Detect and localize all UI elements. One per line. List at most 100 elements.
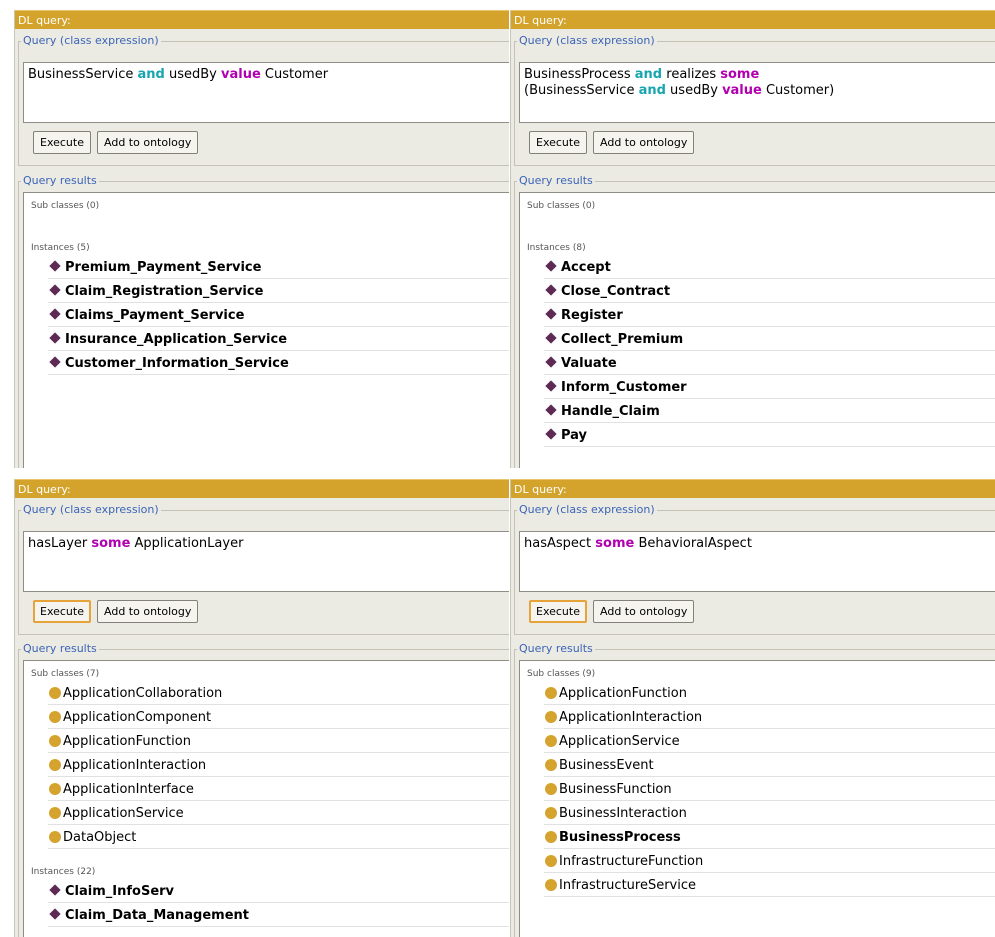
class-name: DataObject bbox=[63, 830, 137, 845]
instance-row[interactable]: Claim_Data_Management bbox=[48, 904, 509, 927]
section-header: Sub classes (9) bbox=[527, 669, 596, 679]
diamond-icon bbox=[545, 356, 557, 368]
results-legend: Query results bbox=[23, 174, 97, 187]
class-name: BusinessProcess bbox=[559, 830, 681, 845]
add-to-ontology-button[interactable]: Add to ontology bbox=[593, 600, 695, 623]
instance-row[interactable]: Close_Contract bbox=[544, 280, 995, 303]
circle-icon bbox=[545, 711, 557, 723]
circle-icon bbox=[545, 735, 557, 747]
diamond-icon bbox=[545, 308, 557, 320]
class-row[interactable]: ApplicationCollaboration bbox=[48, 682, 509, 705]
circle-icon bbox=[545, 879, 557, 891]
execute-button[interactable]: Execute bbox=[529, 600, 587, 623]
class-row[interactable]: ApplicationInterface bbox=[48, 778, 509, 801]
add-to-ontology-button[interactable]: Add to ontology bbox=[97, 131, 199, 154]
class-name: ApplicationService bbox=[63, 806, 184, 821]
class-row[interactable]: BusinessInteraction bbox=[544, 802, 995, 825]
class-row[interactable]: ApplicationFunction bbox=[48, 730, 509, 753]
section-header: Sub classes (0) bbox=[527, 201, 596, 211]
query-expression-input[interactable]: hasLayer some ApplicationLayer bbox=[23, 531, 509, 592]
class-row[interactable]: InfrastructureService bbox=[544, 874, 995, 897]
diamond-icon bbox=[49, 908, 61, 920]
class-name: ApplicationFunction bbox=[559, 686, 687, 701]
query-results-list[interactable]: Sub classes (0) Instances (5) Premium_Paym… bbox=[23, 192, 509, 468]
panel-title: DL query: bbox=[511, 479, 995, 498]
class-name: BusinessFunction bbox=[559, 782, 672, 797]
circle-icon bbox=[545, 759, 557, 771]
circle-icon bbox=[49, 783, 61, 795]
instance-row[interactable]: Inform_Customer bbox=[544, 376, 995, 399]
instance-name: Pay bbox=[561, 428, 588, 443]
query-legend: Query (class expression) bbox=[23, 503, 159, 516]
instance-row[interactable]: Collect_Premium bbox=[544, 328, 995, 351]
class-row[interactable]: BusinessEvent bbox=[544, 754, 995, 777]
instance-name: Claim_InfoServ bbox=[65, 884, 175, 899]
instance-row[interactable]: Customer_Information_Service bbox=[48, 352, 509, 375]
instance-name: Collect_Premium bbox=[561, 332, 684, 347]
panel-title: DL query: bbox=[511, 10, 995, 29]
class-row[interactable]: ApplicationInteraction bbox=[544, 706, 995, 729]
class-name: ApplicationFunction bbox=[63, 734, 191, 749]
query-expression-input[interactable]: BusinessService and usedBy value Custome… bbox=[23, 62, 509, 123]
execute-button[interactable]: Execute bbox=[33, 131, 91, 154]
execute-button[interactable]: Execute bbox=[529, 131, 587, 154]
query-keyword: some bbox=[595, 536, 635, 551]
instance-name: Premium_Payment_Service bbox=[65, 260, 262, 275]
query-keyword: and bbox=[137, 67, 165, 82]
circle-icon bbox=[545, 783, 557, 795]
query-legend: Query (class expression) bbox=[23, 34, 159, 47]
diamond-icon bbox=[49, 356, 61, 368]
class-row[interactable]: ApplicationInteraction bbox=[48, 754, 509, 777]
circle-icon bbox=[49, 807, 61, 819]
instance-name: Claims_Payment_Service bbox=[65, 308, 245, 323]
instance-row[interactable]: Claims_Payment_Service bbox=[48, 304, 509, 327]
class-row[interactable]: ApplicationFunction bbox=[544, 682, 995, 705]
class-row[interactable]: InfrastructureFunction bbox=[544, 850, 995, 873]
query-results-list[interactable]: Sub classes (0) Instances (8) Accept Close_… bbox=[519, 192, 995, 468]
class-row[interactable]: DataObject bbox=[48, 826, 509, 849]
class-name: ApplicationInteraction bbox=[559, 710, 703, 725]
query-results-list[interactable]: Sub classes (9) ApplicationFunction Applic… bbox=[519, 660, 995, 937]
circle-icon bbox=[49, 759, 61, 771]
instance-row[interactable]: Valuate bbox=[544, 352, 995, 375]
query-line: (BusinessService and usedBy value Custom… bbox=[524, 83, 991, 99]
instance-row[interactable]: Pay bbox=[544, 424, 995, 447]
instance-row[interactable]: Claim_InfoServ bbox=[48, 880, 509, 903]
circle-icon bbox=[545, 807, 557, 819]
class-name: ApplicationCollaboration bbox=[63, 686, 223, 701]
add-to-ontology-button[interactable]: Add to ontology bbox=[593, 131, 695, 154]
class-row[interactable]: ApplicationService bbox=[544, 730, 995, 753]
instance-name: Accept bbox=[561, 260, 611, 275]
execute-button[interactable]: Execute bbox=[33, 600, 91, 623]
instance-row[interactable]: Claim_Registration_Service bbox=[48, 280, 509, 303]
class-row[interactable]: ApplicationService bbox=[48, 802, 509, 825]
query-keyword: some bbox=[91, 536, 131, 551]
dl-query-panel: DL query: Query (class expression) Busines… bbox=[14, 10, 509, 468]
query-expression-input[interactable]: BusinessProcess and realizes some (Busine… bbox=[519, 62, 995, 123]
add-to-ontology-button[interactable]: Add to ontology bbox=[97, 600, 199, 623]
query-results-list[interactable]: Sub classes (7) ApplicationCollaboration A… bbox=[23, 660, 509, 937]
instance-row[interactable]: Accept bbox=[544, 256, 995, 279]
diamond-icon bbox=[545, 332, 557, 344]
instance-row[interactable]: Handle_Claim bbox=[544, 400, 995, 423]
class-name: ApplicationComponent bbox=[63, 710, 212, 725]
query-term: BusinessService bbox=[28, 67, 138, 82]
section-header: Sub classes (0) bbox=[31, 201, 100, 211]
query-expression-input[interactable]: hasAspect some BehavioralAspect bbox=[519, 531, 995, 592]
query-term: BehavioralAspect bbox=[634, 536, 752, 551]
section-header: Instances (22) bbox=[31, 867, 96, 877]
diamond-icon bbox=[545, 260, 557, 272]
class-name: BusinessInteraction bbox=[559, 806, 687, 821]
class-row[interactable]: BusinessProcess bbox=[544, 826, 995, 849]
instance-row[interactable]: Insurance_Application_Service bbox=[48, 328, 509, 351]
query-keyword: some bbox=[720, 67, 760, 82]
results-legend: Query results bbox=[519, 174, 593, 187]
diamond-icon bbox=[545, 284, 557, 296]
query-term: hasAspect bbox=[524, 536, 596, 551]
instance-row[interactable]: Register bbox=[544, 304, 995, 327]
diamond-icon bbox=[49, 308, 61, 320]
instance-name: Handle_Claim bbox=[561, 404, 660, 419]
instance-row[interactable]: Premium_Payment_Service bbox=[48, 256, 509, 279]
class-row[interactable]: ApplicationComponent bbox=[48, 706, 509, 729]
class-row[interactable]: BusinessFunction bbox=[544, 778, 995, 801]
